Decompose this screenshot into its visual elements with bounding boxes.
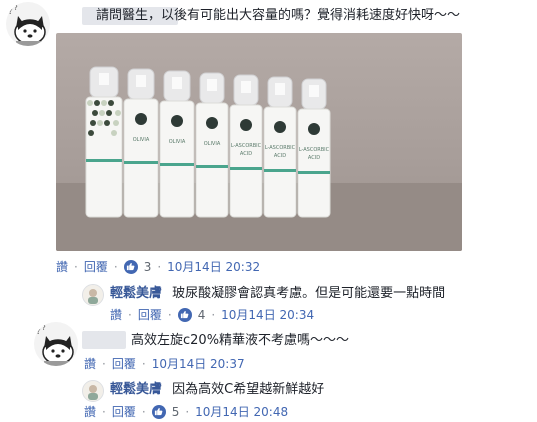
reply-link[interactable]: 回覆 [84, 258, 108, 275]
bottle: OLIVIA [195, 72, 229, 218]
like-link[interactable]: 讚 [56, 258, 68, 275]
timestamp[interactable]: 10月14日 20:37 [152, 355, 245, 372]
skincare-bottles-image: OLIVIA OLIVIA OLIVIA L-ASCORBICACIDL-ASCORB… [56, 66, 462, 251]
dog-avatar-icon: ? ? [8, 4, 46, 46]
bottle: L-ASCORBIC ACID [229, 74, 263, 218]
bottle: L-ASCORBIC ACID [263, 76, 297, 218]
dog-avatar-icon: ? ? [36, 324, 74, 366]
svg-text:?: ? [8, 7, 13, 17]
svg-text:?: ? [36, 327, 41, 337]
like-thumb-icon[interactable] [151, 404, 166, 419]
commenter-name-redacted[interactable] [82, 331, 126, 349]
comment-actions: 讚 · 回覆 · 3 · 10月14日 20:32 [56, 258, 261, 275]
bottle [85, 66, 123, 218]
reply-author[interactable]: 輕鬆美膚 [110, 286, 162, 301]
svg-text:OLIVIA: OLIVIA [204, 141, 221, 147]
svg-text:L-ASCORBIC: L-ASCORBIC [231, 143, 262, 149]
svg-text:L-ASCORBIC: L-ASCORBIC [299, 147, 330, 153]
svg-text:ACID: ACID [308, 155, 320, 161]
like-thumb-icon[interactable] [123, 259, 138, 274]
like-count[interactable]: 5 [172, 405, 180, 419]
svg-text:OLIVIA: OLIVIA [169, 139, 186, 145]
reply-link[interactable]: 回覆 [112, 355, 136, 372]
svg-text:OLIVIA: OLIVIA [133, 137, 150, 143]
reply-link[interactable]: 回覆 [138, 306, 162, 323]
brand-avatar[interactable] [82, 284, 104, 306]
bottle: OLIVIA [123, 68, 159, 218]
reply-actions: 讚 · 回覆 · 5 · 10月14日 20:48 [84, 403, 289, 420]
svg-text:ACID: ACID [274, 153, 286, 159]
like-link[interactable]: 讚 [110, 306, 122, 323]
timestamp[interactable]: 10月14日 20:48 [195, 403, 288, 420]
brand-avatar[interactable] [82, 380, 104, 402]
reply-comment: 輕鬆美膚 因為高效C希望越新鮮越好 [110, 381, 324, 399]
reply-text: 玻尿酸凝膠會認真考慮。但是可能還要一點時間 [172, 286, 446, 301]
like-count[interactable]: 4 [198, 308, 206, 322]
comment-actions: 讚 · 回覆 · 10月14日 20:37 [84, 355, 245, 372]
commenter-avatar[interactable]: ? ? [6, 2, 50, 46]
like-thumb-icon[interactable] [177, 307, 192, 322]
like-link[interactable]: 讚 [84, 355, 96, 372]
brand-avatar-icon [83, 285, 103, 305]
reply-comment: 輕鬆美膚 玻尿酸凝膠會認真考慮。但是可能還要一點時間 [110, 285, 445, 303]
reply-actions: 讚 · 回覆 · 4 · 10月14日 20:34 [110, 306, 315, 323]
like-link[interactable]: 讚 [84, 403, 96, 420]
svg-text:?: ? [14, 4, 18, 12]
brand-avatar-icon [83, 381, 103, 401]
comment-text: 請問醫生，以後有可能出大容量的嗎？覺得消耗速度好快呀～～ [96, 8, 461, 23]
svg-text:?: ? [42, 324, 46, 332]
timestamp[interactable]: 10月14日 20:32 [167, 258, 260, 275]
reply-text: 因為高效C希望越新鮮越好 [172, 382, 325, 397]
comment-text: 高效左旋c20%精華液不考慮嗎～～～ [131, 333, 350, 348]
reply-link[interactable]: 回覆 [112, 403, 136, 420]
bottle: OLIVIA [159, 70, 195, 218]
svg-text:L-ASCORBIC: L-ASCORBIC [265, 145, 296, 151]
svg-text:ACID: ACID [240, 151, 252, 157]
comment-photo[interactable]: OLIVIA OLIVIA OLIVIA L-ASCORBIC ACID L-ASCORB… [56, 33, 462, 251]
timestamp[interactable]: 10月14日 20:34 [221, 306, 314, 323]
commenter-avatar[interactable]: ? ? [34, 322, 78, 366]
bottle: L-ASCORBIC ACID [297, 78, 331, 218]
like-count[interactable]: 3 [144, 260, 152, 274]
reply-author[interactable]: 輕鬆美膚 [110, 382, 162, 397]
